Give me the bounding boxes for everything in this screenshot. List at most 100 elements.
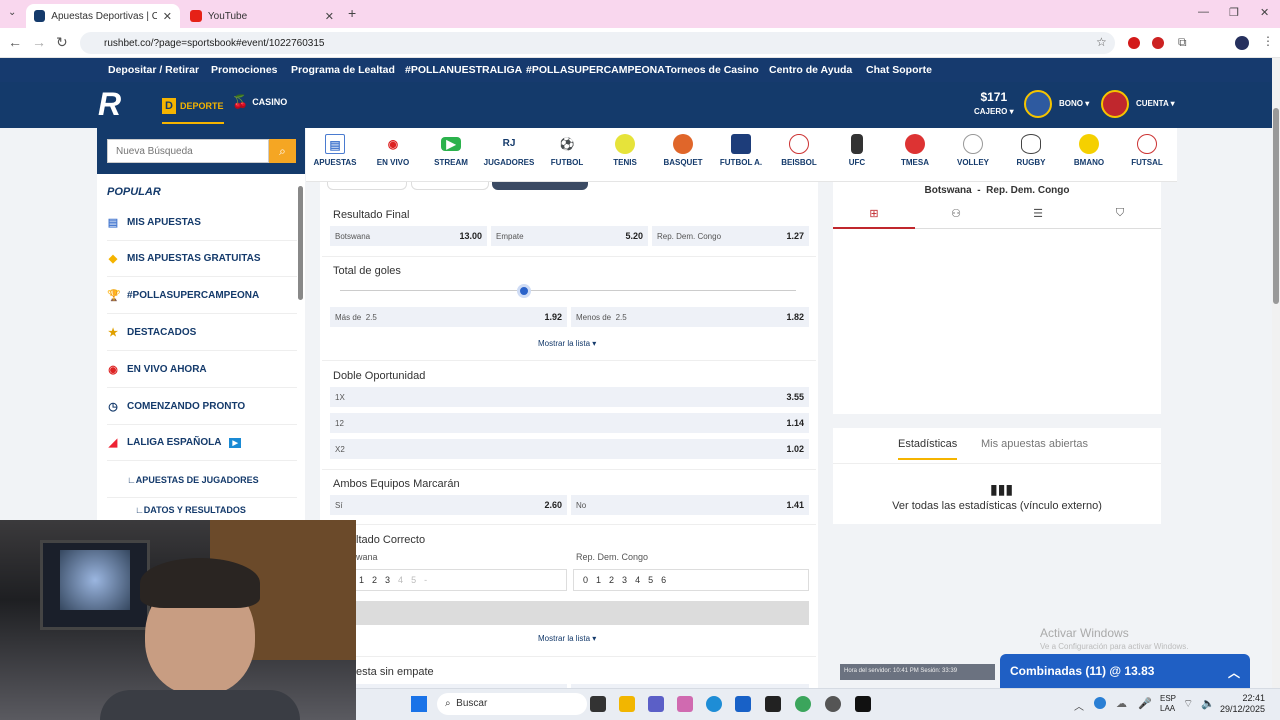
nav-promociones[interactable]: Promociones	[211, 64, 278, 76]
tab-search-icon[interactable]: ⌄	[8, 7, 16, 18]
sport-bmano[interactable]: BMANO	[1061, 134, 1117, 167]
extension-icon[interactable]	[1152, 37, 1164, 49]
forward-icon[interactable]: →	[32, 34, 46, 50]
copilot-icon[interactable]	[677, 696, 693, 712]
sidebar-item-en-vivo[interactable]: ◉ EN VIVO AHORA	[107, 352, 297, 388]
nav-pollanuestraliga[interactable]: #POLLANUESTRALIGA	[405, 64, 522, 76]
sport-rugby[interactable]: RUGBY	[1003, 134, 1059, 167]
balance-cajero[interactable]: $171 CAJERO ▾	[974, 90, 1014, 116]
url-input[interactable]: rushbet.co/?page=sportsbook#event/102276…	[80, 32, 1115, 54]
tab-estadisticas[interactable]: Estadísticas	[898, 438, 958, 460]
sport-en-vivo[interactable]: ◉ EN VIVO	[365, 134, 421, 167]
nav-chat[interactable]: Chat Soporte	[866, 64, 932, 76]
windows-start-icon[interactable]	[411, 696, 427, 712]
sport-futsal[interactable]: FUTSAL	[1119, 134, 1175, 167]
teams-icon[interactable]	[648, 696, 664, 712]
goals-slider-track[interactable]	[340, 290, 796, 291]
store-icon[interactable]	[735, 696, 751, 712]
tab-rushbet[interactable]: Apuestas Deportivas | Casa de A ✕	[26, 4, 180, 28]
sidebar-item-pollasupercampeona[interactable]: 🏆 #POLLASUPERCAMPEONA	[107, 278, 297, 314]
search-input[interactable]	[107, 139, 269, 163]
nav-pollasupercampeona[interactable]: #POLLASUPERCAMPEONA	[526, 64, 665, 76]
chrome-icon[interactable]	[795, 696, 811, 712]
extensions-puzzle-icon[interactable]: ⧉	[1178, 35, 1187, 50]
odd-button[interactable]: Empate 5.20	[491, 226, 648, 246]
tab-list[interactable]: ☰	[997, 207, 1079, 229]
maximize-icon[interactable]: ❐	[1229, 6, 1239, 19]
search-button[interactable]: ⌕	[269, 139, 296, 163]
odd-button[interactable]: No 1.41	[571, 495, 809, 515]
profile-avatar[interactable]	[1235, 36, 1249, 50]
sport-tenis[interactable]: TENIS	[597, 134, 653, 167]
capcut-icon[interactable]	[765, 696, 781, 712]
sidebar-item-mis-apuestas[interactable]: ▤ MIS APUESTAS	[107, 205, 297, 241]
sport-tmesa[interactable]: TMESA	[887, 134, 943, 167]
goals-slider-handle[interactable]	[517, 284, 531, 298]
close-icon[interactable]: ✕	[163, 10, 172, 23]
nav-ayuda[interactable]: Centro de Ayuda	[769, 64, 852, 76]
sidebar-item-comenzando[interactable]: ◷ COMENZANDO PRONTO	[107, 389, 297, 425]
obs-icon[interactable]	[825, 696, 841, 712]
sport-futbol[interactable]: ⚽ FUTBOL	[539, 134, 595, 167]
tiktok-icon[interactable]	[855, 696, 871, 712]
correct-score-odd-button[interactable]	[330, 601, 809, 625]
wifi-icon[interactable]: ⌔	[1183, 697, 1193, 711]
bono-avatar[interactable]	[1024, 90, 1052, 118]
volume-icon[interactable]: 🔈	[1201, 697, 1215, 710]
sidebar-item-apuestas-gratuitas[interactable]: ◆ MIS APUESTAS GRATUITAS	[107, 241, 297, 277]
away-score-selector[interactable]: 0123456	[573, 569, 809, 591]
sport-jugadores[interactable]: RJ JUGADORES	[481, 134, 537, 167]
sidebar-item-destacados[interactable]: ★ DESTACADOS	[107, 315, 297, 351]
tab-shirt[interactable]: ⛉	[1079, 207, 1161, 229]
odd-button[interactable]: Más de 2.5 1.92	[330, 307, 567, 327]
taskbar-search[interactable]: ⌕ Buscar	[437, 693, 587, 715]
sport-apuestas[interactable]: ▤ APUESTAS	[307, 134, 363, 167]
sport-stream[interactable]: ▶ STREAM	[423, 134, 479, 167]
close-icon[interactable]: ✕	[325, 10, 334, 23]
back-icon[interactable]: ←	[8, 34, 22, 50]
tray-app-icon[interactable]: ☁	[1116, 697, 1127, 710]
tray-chevron-icon[interactable]: ︿	[1074, 698, 1084, 713]
sidebar-item-datos[interactable]: ∟DATOS Y RESULTADOS	[107, 500, 297, 520]
task-view-icon[interactable]	[590, 696, 606, 712]
subtab-button[interactable]	[327, 182, 407, 190]
show-list-link[interactable]: Mostrar la lista ▾	[538, 339, 596, 348]
combinadas-betslip[interactable]: Combinadas (11) @ 13.83 ︿	[1000, 654, 1250, 688]
file-explorer-icon[interactable]	[619, 696, 635, 712]
language-indicator[interactable]: ESP LAA	[1160, 694, 1176, 714]
tab-mis-apuestas-abiertas[interactable]: Mis apuestas abiertas	[981, 438, 1088, 450]
minimize-icon[interactable]: —	[1198, 6, 1209, 18]
bono-menu[interactable]: BONO ▾	[1059, 99, 1089, 108]
reload-icon[interactable]: ↻	[56, 34, 68, 51]
sport-beisbol[interactable]: BEISBOL	[771, 134, 827, 167]
show-list-link[interactable]: Mostrar la lista ▾	[538, 634, 596, 643]
odd-button[interactable]: 1X 3.55	[330, 387, 809, 407]
cuenta-menu[interactable]: CUENTA ▾	[1136, 99, 1175, 108]
nav-torneos[interactable]: Torneos de Casino	[665, 64, 759, 76]
odd-button[interactable]: 12 1.14	[330, 413, 809, 433]
cuenta-avatar[interactable]	[1101, 90, 1129, 118]
microphone-icon[interactable]: 🎤	[1138, 697, 1152, 710]
window-close-icon[interactable]: ✕	[1260, 6, 1269, 19]
subtab-button-active[interactable]	[492, 182, 588, 190]
extension-icon[interactable]	[1128, 37, 1140, 49]
clock[interactable]: 22:41 29/12/2025	[1220, 693, 1265, 715]
tray-app-icon[interactable]	[1094, 697, 1106, 709]
tab-youtube[interactable]: YouTube ✕	[182, 4, 342, 28]
new-tab-icon[interactable]: +	[348, 5, 356, 21]
sport-volley[interactable]: VOLLEY	[945, 134, 1001, 167]
sport-ufc[interactable]: UFC	[829, 134, 885, 167]
sidebar-scrollbar[interactable]	[298, 186, 303, 300]
odd-button[interactable]: Menos de 2.5 1.82	[571, 307, 809, 327]
tab-field[interactable]: ⊞	[833, 207, 915, 229]
home-score-selector[interactable]: 12345-	[330, 569, 567, 591]
nav-lealtad[interactable]: Programa de Lealtad	[291, 64, 395, 76]
rushbet-logo[interactable]: R	[98, 88, 150, 120]
sport-basquet[interactable]: BASQUET	[655, 134, 711, 167]
tab-lineups[interactable]: ⚇	[915, 207, 997, 229]
odd-button[interactable]: Sí 2.60	[330, 495, 567, 515]
page-scrollbar-thumb[interactable]	[1273, 108, 1279, 304]
odd-button[interactable]: Rep. Dem. Congo 1.27	[652, 226, 809, 246]
deporte-tab[interactable]: D DEPORTE	[162, 90, 224, 124]
sidebar-item-jugadores[interactable]: ∟APUESTAS DE JUGADORES	[107, 462, 297, 498]
